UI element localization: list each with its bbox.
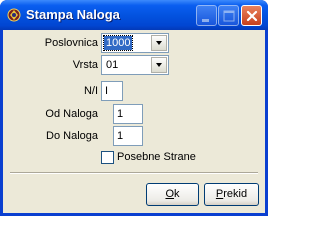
vrsta-dropdown-button[interactable] bbox=[151, 57, 167, 73]
dialog-window: Stampa Naloga Poslovnica 1000 Vrsta 01 N… bbox=[0, 0, 268, 216]
vrsta-select[interactable]: 01 bbox=[101, 55, 169, 75]
separator bbox=[10, 172, 258, 174]
chevron-down-icon bbox=[156, 41, 162, 45]
minimize-button[interactable] bbox=[196, 5, 217, 26]
do-naloga-label: Do Naloga bbox=[46, 130, 98, 142]
poslovnica-select[interactable]: 1000 bbox=[101, 33, 169, 53]
prekid-label-rest: rekid bbox=[223, 188, 248, 200]
app-icon[interactable] bbox=[6, 7, 22, 23]
poslovnica-label: Poslovnica bbox=[44, 37, 98, 49]
poslovnica-dropdown-button[interactable] bbox=[151, 35, 167, 51]
poslovnica-value: 1000 bbox=[102, 35, 134, 51]
window-title: Stampa Naloga bbox=[26, 7, 120, 22]
vrsta-label: Vrsta bbox=[72, 59, 98, 71]
prekid-button[interactable]: Prekid bbox=[204, 183, 259, 206]
od-naloga-label: Od Naloga bbox=[45, 108, 98, 120]
do-naloga-field[interactable]: 1 bbox=[113, 126, 143, 146]
ok-label-rest: k bbox=[174, 188, 180, 200]
dialog-body: Poslovnica 1000 Vrsta 01 N/I I Od Naloga… bbox=[3, 30, 265, 213]
ok-button[interactable]: Ok bbox=[146, 183, 199, 206]
ok-mnemonic: O bbox=[165, 188, 175, 200]
title-bar[interactable]: Stampa Naloga bbox=[0, 0, 268, 30]
posebne-strane-label: Posebne Strane bbox=[117, 151, 196, 163]
close-button[interactable] bbox=[241, 5, 262, 26]
vrsta-value: 01 bbox=[106, 59, 119, 71]
maximize-button[interactable] bbox=[218, 5, 239, 26]
ni-label: N/I bbox=[83, 85, 98, 97]
close-icon bbox=[246, 10, 258, 22]
chevron-down-icon bbox=[156, 63, 162, 67]
minimize-icon bbox=[202, 19, 209, 22]
od-naloga-field[interactable]: 1 bbox=[113, 104, 143, 124]
posebne-strane-checkbox[interactable] bbox=[101, 151, 114, 164]
maximize-icon bbox=[223, 10, 235, 22]
ni-field[interactable]: I bbox=[101, 81, 123, 101]
